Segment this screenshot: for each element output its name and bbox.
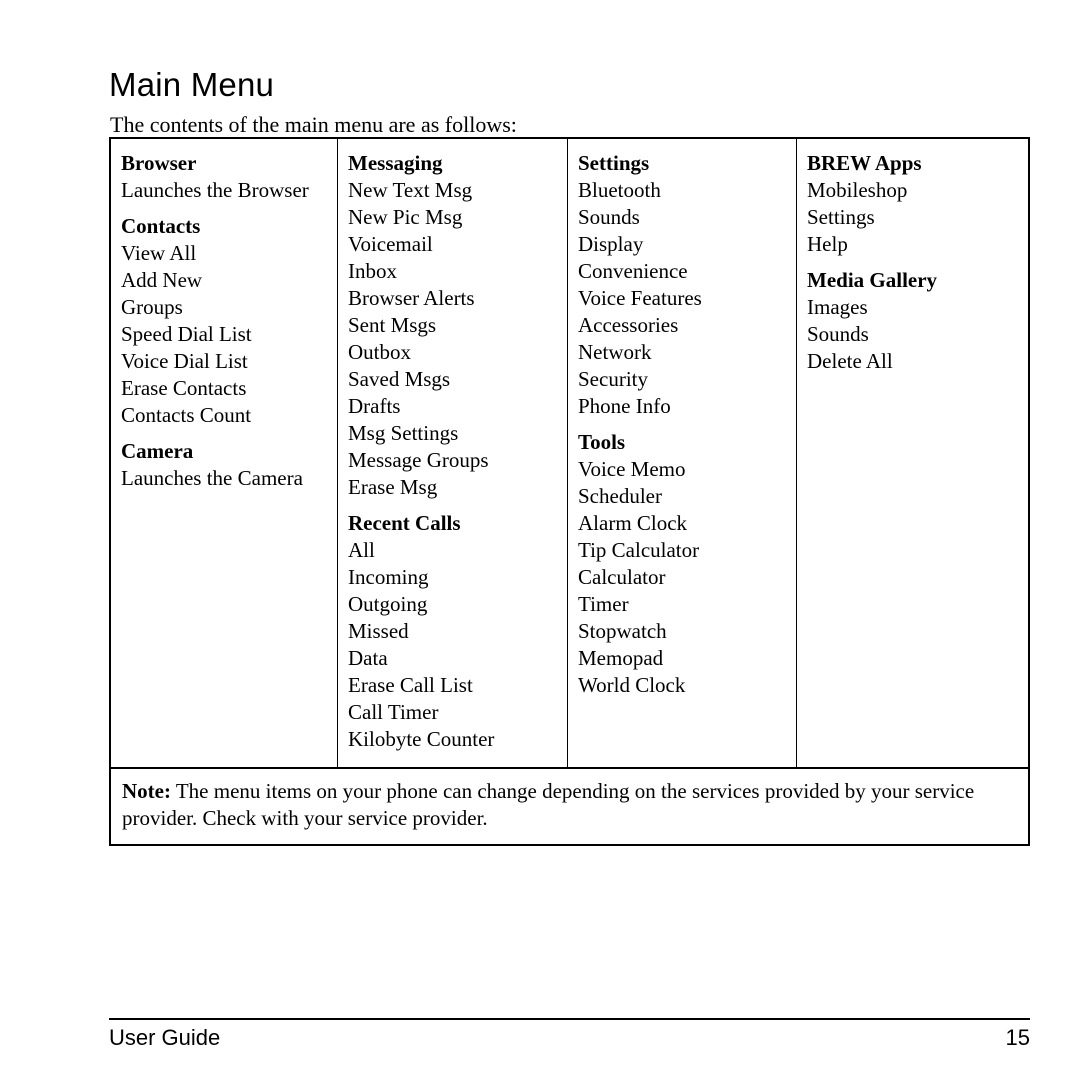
menu-item: Accessories — [578, 313, 679, 337]
menu-item: Help — [807, 232, 848, 256]
menu-item: Delete All — [807, 349, 893, 373]
menu-item: Display — [578, 232, 644, 256]
menu-item: Drafts — [348, 394, 401, 418]
footer-page-number: 15 — [1005, 1025, 1030, 1050]
menu-item: Scheduler — [578, 484, 662, 508]
menu-item: Voice Dial List — [121, 349, 248, 373]
footer-divider — [109, 1018, 1030, 1020]
menu-item: New Pic Msg — [348, 205, 463, 229]
menu-item: New Text Msg — [348, 178, 473, 202]
menu-item: Convenience — [578, 259, 688, 283]
menu-item: All — [348, 538, 375, 562]
menu-item: Incoming — [348, 565, 429, 589]
menu-item: Call Timer — [348, 700, 439, 724]
menu-item: Groups — [121, 295, 183, 319]
menu-item: Launches the Browser — [121, 178, 309, 202]
menu-item: View All — [121, 241, 197, 265]
menu-item: Erase Msg — [348, 475, 438, 499]
menu-item: Outgoing — [348, 592, 428, 616]
menu-item: Timer — [578, 592, 629, 616]
note-row: Note: The menu items on your phone can c… — [111, 769, 1028, 844]
menu-item: Add New — [121, 268, 203, 292]
menu-item: Security — [578, 367, 648, 391]
menu-item: Erase Contacts — [121, 376, 247, 400]
menu-columns-row: Browser Launches the Browser Contacts View … — [111, 139, 1028, 769]
menu-item: Message Groups — [348, 448, 489, 472]
menu-item: Kilobyte Counter — [348, 727, 495, 751]
menu-item: Network — [578, 340, 652, 364]
menu-item: Outbox — [348, 340, 411, 364]
note-label: Note: — [122, 779, 171, 803]
section-heading: Settings — [578, 151, 650, 175]
note-body: The menu items on your phone can change … — [122, 779, 975, 830]
menu-item: Launches the Camera — [121, 466, 303, 490]
section-heading: BREW Apps — [807, 151, 922, 175]
menu-column-3: Settings Bluetooth Sounds Display Convenienc… — [568, 139, 797, 767]
section-heading: Contacts — [121, 214, 201, 238]
menu-item: Voice Features — [578, 286, 702, 310]
menu-item: Msg Settings — [348, 421, 459, 445]
menu-column-2: Messaging New Text Msg New Pic Msg Voicemai… — [338, 139, 568, 767]
menu-item: Missed — [348, 619, 409, 643]
menu-item: Voicemail — [348, 232, 433, 256]
menu-item: Sent Msgs — [348, 313, 437, 337]
menu-item: Contacts Count — [121, 403, 252, 427]
page-title: Main Menu — [109, 66, 275, 104]
section-heading: Media Gallery — [807, 268, 938, 292]
menu-item: Images — [807, 295, 868, 319]
main-menu-table: Browser Launches the Browser Contacts View … — [109, 137, 1030, 846]
menu-item: Tip Calculator — [578, 538, 700, 562]
section-heading: Tools — [578, 430, 626, 454]
section-heading: Messaging — [348, 151, 443, 175]
menu-column-4: BREW Apps Mobileshop Settings Help Media Gal… — [797, 139, 1028, 767]
menu-item: Phone Info — [578, 394, 671, 418]
menu-item: Speed Dial List — [121, 322, 252, 346]
footer-document-label: User Guide — [109, 1025, 221, 1050]
section-heading: Recent Calls — [348, 511, 461, 535]
intro-paragraph: The contents of the main menu are as fol… — [110, 112, 517, 137]
note-text: Note: The menu items on your phone can c… — [122, 778, 1016, 832]
menu-item: Sounds — [578, 205, 640, 229]
section-heading: Camera — [121, 439, 194, 463]
section-heading: Browser — [121, 151, 197, 175]
menu-item: Alarm Clock — [578, 511, 688, 535]
menu-item: Settings — [807, 205, 875, 229]
menu-item: Browser Alerts — [348, 286, 475, 310]
menu-column-1: Browser Launches the Browser Contacts View … — [111, 139, 338, 767]
menu-item: Data — [348, 646, 388, 670]
menu-item: Erase Call List — [348, 673, 473, 697]
menu-item: Saved Msgs — [348, 367, 451, 391]
menu-item: Mobileshop — [807, 178, 908, 202]
menu-item: World Clock — [578, 673, 686, 697]
menu-item: Voice Memo — [578, 457, 686, 481]
menu-item: Memopad — [578, 646, 664, 670]
menu-item: Calculator — [578, 565, 666, 589]
menu-item: Sounds — [807, 322, 869, 346]
document-page: Main Menu The contents of the main menu … — [0, 0, 1080, 1080]
menu-item: Bluetooth — [578, 178, 661, 202]
menu-item: Stopwatch — [578, 619, 667, 643]
menu-item: Inbox — [348, 259, 397, 283]
